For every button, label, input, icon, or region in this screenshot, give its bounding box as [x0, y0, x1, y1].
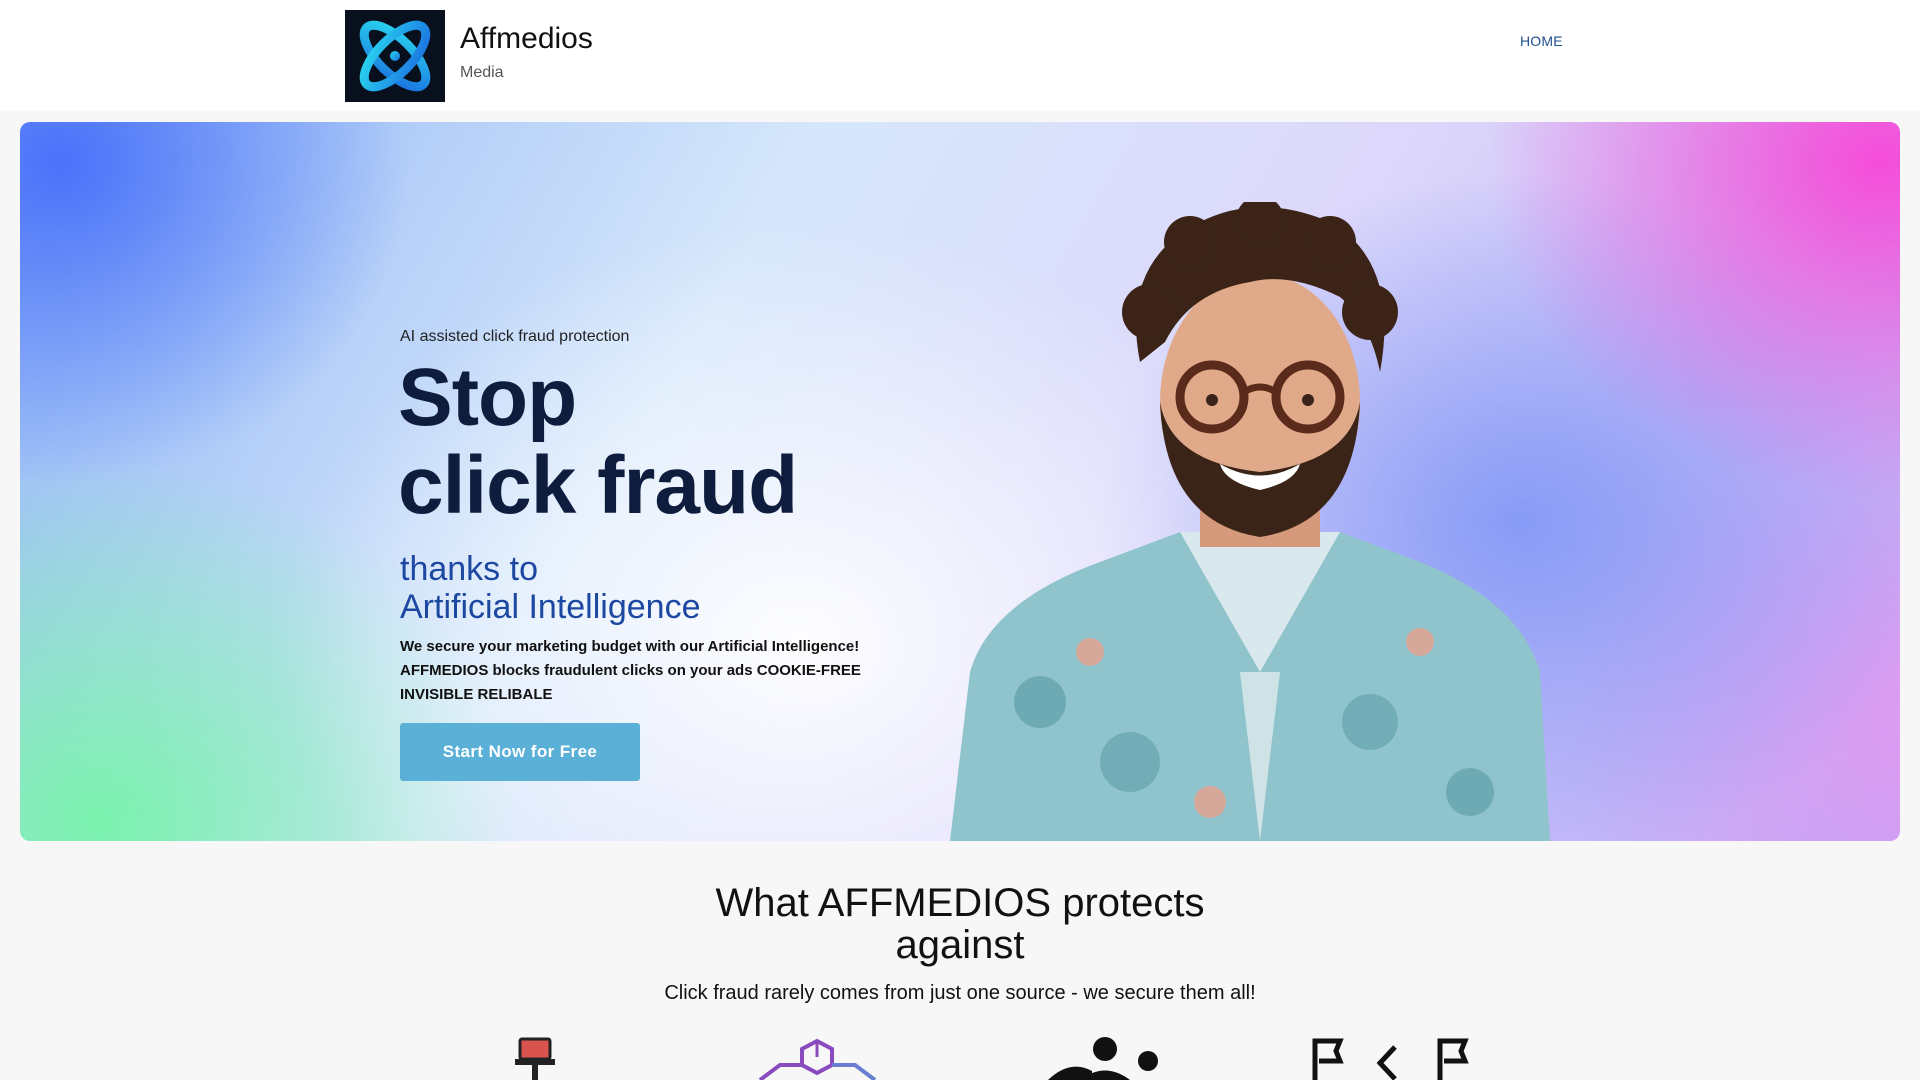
section-title: What AFFMEDIOS protects against	[660, 882, 1260, 966]
hero-description: We secure your marketing budget with our…	[400, 635, 900, 707]
section-title-line-1: What AFFMEDIOS protects	[715, 881, 1205, 925]
hero-title-line-1: Stop	[398, 352, 577, 443]
nav-link-home[interactable]: HOME	[1520, 33, 1563, 49]
hero-subtitle-line-2: Artificial Intelligence	[400, 588, 701, 626]
hero-title-line-2: click fraud	[398, 440, 798, 531]
start-now-button[interactable]: Start Now for Free	[400, 723, 640, 781]
flags-icon	[1310, 1035, 1470, 1080]
blockchain-cubes-icon	[750, 1035, 885, 1080]
site-header: Affmedios Media HOME	[0, 0, 1920, 111]
people-group-icon	[1040, 1035, 1165, 1080]
section-subtitle: Click fraud rarely comes from just one s…	[664, 982, 1256, 1004]
hero-title: Stop click fraud	[398, 352, 798, 531]
hero-section: AI assisted click fraud protection Stop …	[20, 122, 1900, 841]
section-title-line-2: against	[895, 923, 1025, 967]
hero-description-line-1: We secure your marketing budget with our…	[400, 638, 860, 655]
hero-subtitle: thanks to Artificial Intelligence	[400, 550, 700, 626]
hero-kicker: AI assisted click fraud protection	[400, 328, 630, 345]
brand-tagline: Media	[460, 64, 504, 81]
orbit-logo-icon	[359, 20, 431, 92]
hero-description-line-3: INVISIBLE RELIBALE	[400, 686, 553, 703]
brand-logo-icon[interactable]	[345, 10, 445, 102]
hero-person-image	[950, 202, 1550, 841]
brand-name[interactable]: Affmedios	[460, 22, 593, 56]
hero-subtitle-line-1: thanks to	[400, 550, 538, 588]
computer-chair-icon	[505, 1035, 565, 1080]
hero-description-line-2: AFFMEDIOS blocks fraudulent clicks on yo…	[400, 662, 861, 679]
